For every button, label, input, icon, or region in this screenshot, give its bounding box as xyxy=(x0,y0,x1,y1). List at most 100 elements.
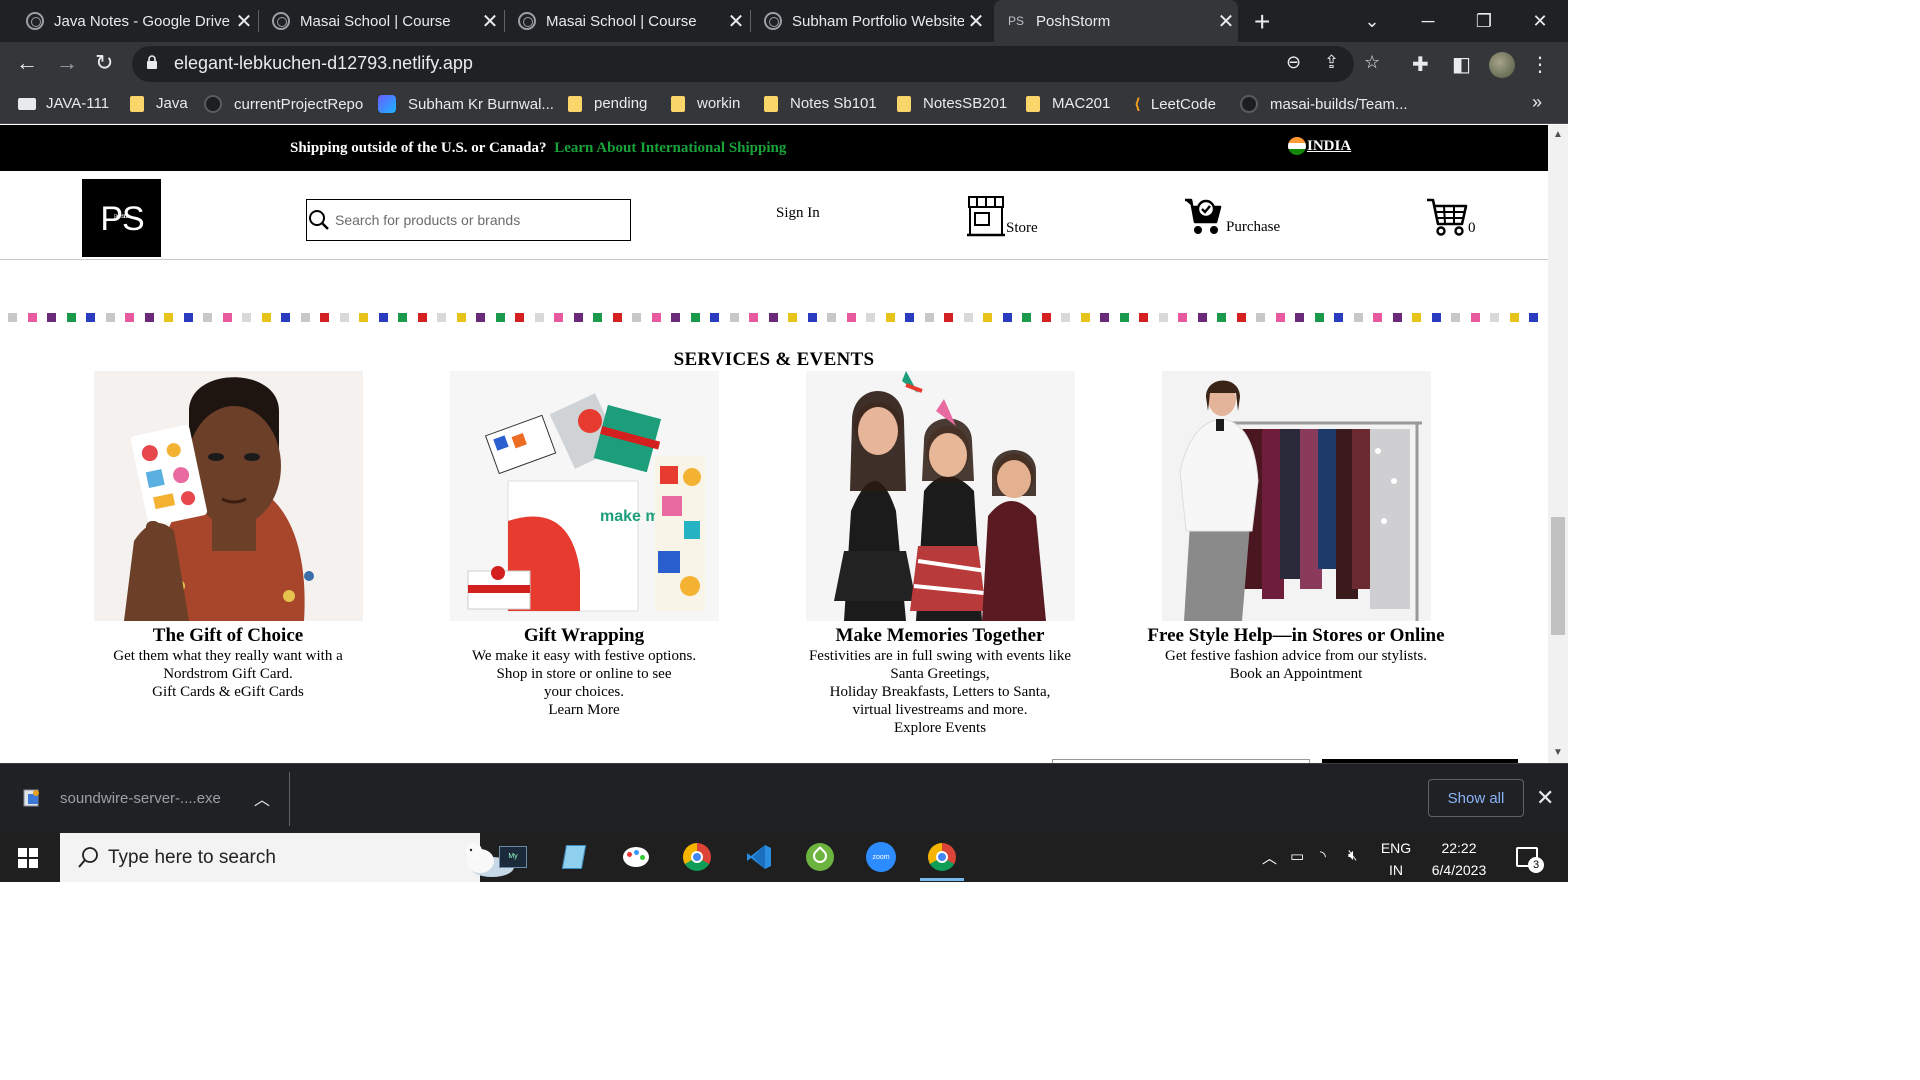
back-arrow-icon[interactable]: ← xyxy=(16,50,38,76)
kids-celebrating-image xyxy=(805,371,1075,621)
language-indicator[interactable]: ENG IN xyxy=(1380,837,1412,881)
zoom-icon[interactable]: zoom xyxy=(865,841,897,873)
scroll-down-arrow-icon[interactable]: ▼ xyxy=(1553,747,1563,758)
bookmark-mac201[interactable]: MAC201 xyxy=(1026,95,1110,112)
speaker-muted-icon[interactable]: 🔇︎ xyxy=(1348,847,1357,864)
festive-dot xyxy=(1119,313,1129,322)
bookmark-workin[interactable]: workin xyxy=(671,95,740,112)
explore-events-link[interactable]: Explore Events xyxy=(790,719,1090,737)
tab-poshstorm[interactable]: PS PoshStorm ✕ xyxy=(994,0,1238,42)
restore-icon[interactable]: ❐ xyxy=(1456,0,1512,42)
download-options-chevron-icon[interactable]: ︿ xyxy=(254,786,270,810)
system-clock[interactable]: 22:22 6/4/2023 xyxy=(1428,837,1490,881)
battery-icon[interactable]: ▭ xyxy=(1290,847,1304,865)
tab-java-notes[interactable]: Java Notes - Google Drive ✕ xyxy=(18,0,256,42)
url-text[interactable]: elegant-lebkuchen-d12793.netlify.app xyxy=(174,53,473,74)
festive-dot xyxy=(963,313,973,322)
service-card-gift-wrapping[interactable]: make merry Gift Wrapping We make it easy xyxy=(434,371,734,719)
bookmark-notes-sb101[interactable]: Notes Sb101 xyxy=(764,95,877,112)
cart-button[interactable]: 0 xyxy=(1426,197,1476,237)
poshstorm-logo[interactable]: PS PoshStorm xyxy=(82,179,161,257)
chrome-icon[interactable] xyxy=(920,841,964,881)
reload-icon[interactable]: ↻ xyxy=(95,50,113,76)
zoom-magnifier-icon[interactable]: ⊖ xyxy=(1286,52,1301,73)
bookmark-java[interactable]: Java xyxy=(130,95,188,112)
service-text-line: Shop in store or online to see xyxy=(496,666,672,682)
service-card-gift-of-choice[interactable]: The Gift of Choice Get them what they re… xyxy=(78,371,378,701)
festive-dot xyxy=(456,313,466,322)
spring-icon[interactable] xyxy=(804,841,836,873)
bookmark-star-icon[interactable]: ☆ xyxy=(1364,52,1380,73)
close-tab-icon[interactable]: ✕ xyxy=(964,9,988,34)
folder-icon xyxy=(764,95,778,112)
extensions-puzzle-icon[interactable]: ✚ xyxy=(1412,52,1429,77)
mysql-icon[interactable]: My xyxy=(497,841,529,873)
download-item[interactable]: soundwire-server-....exe xyxy=(22,788,221,808)
bookmark-label: LeetCode xyxy=(1150,95,1216,113)
new-tab-plus-icon[interactable]: + xyxy=(1254,6,1270,38)
sign-in-link[interactable]: Sign In xyxy=(776,205,820,222)
close-download-bar-icon[interactable]: ✕ xyxy=(1536,785,1554,811)
learn-more-link[interactable]: Learn More xyxy=(434,701,734,719)
india-flag-icon xyxy=(1288,137,1306,155)
tab-portfolio[interactable]: Subham Portfolio Website ✕ xyxy=(756,0,988,42)
festive-dot xyxy=(144,313,154,322)
service-card-style-help[interactable]: Free Style Help—in Stores or Online Get … xyxy=(1146,371,1446,683)
chrome-menu-icon[interactable]: ⋮ xyxy=(1530,52,1550,77)
scrollbar-thumb[interactable] xyxy=(1551,517,1565,635)
bookmark-pending[interactable]: pending xyxy=(568,95,647,112)
paint-icon[interactable] xyxy=(620,841,652,873)
tab-masai-course-1[interactable]: Masai School | Course ✕ xyxy=(264,0,502,42)
bookmark-notes-sb201[interactable]: NotesSB201 xyxy=(897,95,1007,112)
bookmark-java-111[interactable]: JAVA-111 xyxy=(18,95,109,112)
close-tab-icon[interactable]: ✕ xyxy=(1214,9,1238,34)
side-panel-icon[interactable]: ◧ xyxy=(1452,52,1471,77)
notification-center-icon[interactable]: 3 xyxy=(1516,847,1544,873)
country-selector[interactable]: INDIA xyxy=(1288,137,1351,155)
close-tab-icon[interactable]: ✕ xyxy=(724,9,748,34)
windows-start-icon[interactable] xyxy=(18,848,38,868)
purchase-button[interactable]: Purchase xyxy=(1184,196,1280,236)
service-text-line: Festivities are in full swing with event… xyxy=(808,648,1072,664)
share-icon[interactable]: ⇪ xyxy=(1324,52,1339,73)
international-shipping-link[interactable]: Learn About International Shipping xyxy=(554,140,786,156)
show-hidden-icons-chevron-icon[interactable]: ︿ xyxy=(1262,847,1277,868)
show-all-downloads-button[interactable]: Show all xyxy=(1428,779,1524,817)
bookmark-current-project-repo[interactable]: currentProjectRepo xyxy=(204,95,363,113)
vscode-icon[interactable] xyxy=(743,841,775,873)
folder-icon xyxy=(130,95,144,112)
book-appointment-link[interactable]: Book an Appointment xyxy=(1146,665,1446,683)
gift-card-model-image xyxy=(93,371,363,621)
forward-arrow-icon[interactable]: → xyxy=(56,50,78,76)
profile-avatar[interactable] xyxy=(1489,52,1515,78)
close-tab-icon[interactable]: ✕ xyxy=(232,9,256,34)
search-input[interactable] xyxy=(335,200,625,240)
bookmark-leetcode[interactable]: ⟨ LeetCode xyxy=(1134,95,1216,114)
notepad-icon[interactable] xyxy=(558,841,590,873)
close-tab-icon[interactable]: ✕ xyxy=(478,9,502,34)
address-bar[interactable]: elegant-lebkuchen-d12793.netlify.app ⊖ ⇪… xyxy=(132,46,1380,82)
tab-title: Masai School | Course xyxy=(546,12,697,30)
country-label: INDIA xyxy=(1307,138,1352,154)
bookmark-subham-profile[interactable]: Subham Kr Burnwal... xyxy=(378,95,554,113)
bookmark-label: currentProjectRepo xyxy=(234,95,364,113)
wifi-icon[interactable]: ◝ xyxy=(1320,847,1326,865)
tab-masai-course-2[interactable]: Masai School | Course ✕ xyxy=(510,0,748,42)
bookmark-masai-builds[interactable]: masai-builds/Team... xyxy=(1240,95,1408,113)
festive-dot xyxy=(1178,313,1187,322)
gift-cards-link[interactable]: Gift Cards & eGift Cards xyxy=(78,683,378,701)
close-window-icon[interactable]: ✕ xyxy=(1512,0,1568,42)
chrome-icon[interactable] xyxy=(681,841,713,873)
minimize-icon[interactable]: ─ xyxy=(1400,0,1456,42)
taskbar-search-box[interactable]: Type here to search xyxy=(60,833,514,882)
festive-dot xyxy=(1139,313,1148,322)
product-search-box[interactable] xyxy=(306,199,631,241)
festive-dot xyxy=(164,313,173,322)
tab-search-chevron-icon[interactable]: ⌄ xyxy=(1344,0,1400,42)
page-scrollbar[interactable]: ▲ ▼ xyxy=(1548,125,1568,763)
more-bookmarks-chevron-icon[interactable]: » xyxy=(1532,92,1542,113)
scroll-up-arrow-icon[interactable]: ▲ xyxy=(1553,129,1563,140)
service-text-line: We make it easy with festive options. xyxy=(471,648,697,664)
service-card-make-memories[interactable]: Make Memories Together Festivities are i… xyxy=(790,371,1090,737)
store-button[interactable]: Store xyxy=(966,195,1038,237)
